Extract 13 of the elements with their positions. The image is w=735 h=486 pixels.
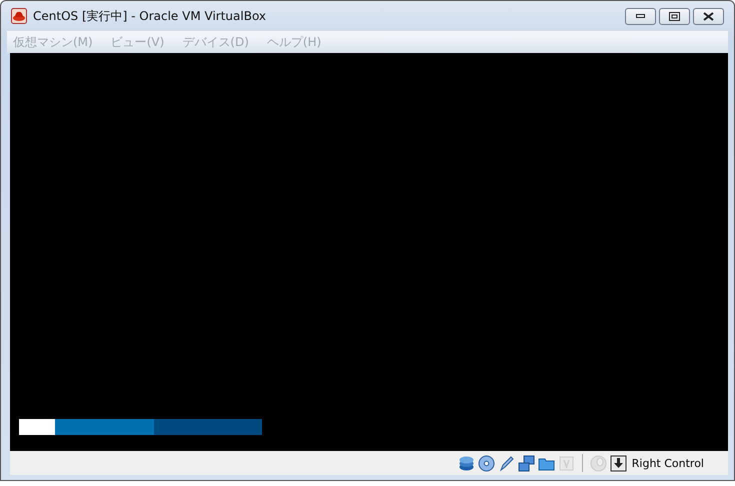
maximize-icon <box>669 12 680 20</box>
close-icon <box>703 12 714 20</box>
disc-icon[interactable] <box>478 454 495 472</box>
host-key-label: Right Control <box>632 456 704 470</box>
close-button[interactable] <box>693 8 724 24</box>
minimize-icon <box>636 14 645 18</box>
maximize-button[interactable] <box>659 8 690 24</box>
disk-stack-icon[interactable] <box>458 454 475 472</box>
minimize-button[interactable] <box>625 8 656 24</box>
network-icon[interactable] <box>518 454 535 472</box>
app-logo-icon <box>11 8 27 24</box>
pen-icon[interactable] <box>498 454 515 472</box>
window-title: CentOS [実行中] - Oracle VM VirtualBox <box>33 8 266 24</box>
